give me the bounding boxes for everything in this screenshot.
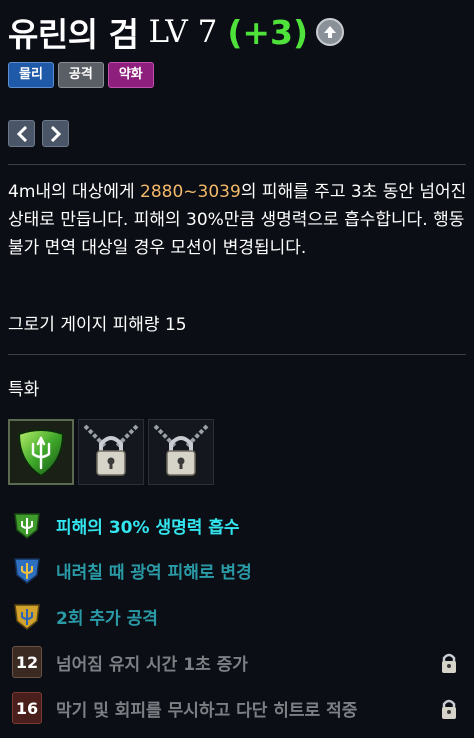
chevron-right-icon bbox=[50, 125, 61, 142]
level-badge-icon: 12 bbox=[12, 646, 42, 678]
upgrade-arrow-up-icon[interactable] bbox=[316, 18, 345, 46]
level-badge-icon: 16 bbox=[12, 692, 42, 724]
gold-trident-badge-icon bbox=[12, 600, 42, 632]
spec-slot-3[interactable] bbox=[148, 419, 214, 485]
spec-slot-1[interactable] bbox=[8, 419, 74, 485]
chained-lock-icon bbox=[83, 424, 139, 476]
trait-item: 2회 추가 공격 bbox=[12, 600, 464, 632]
skill-level: LV 7 bbox=[148, 14, 218, 50]
divider bbox=[8, 164, 466, 165]
divider bbox=[8, 354, 466, 355]
lock-icon bbox=[440, 698, 458, 724]
trait-label: 내려칠 때 광역 피해로 변경 bbox=[56, 562, 252, 583]
trait-label: 피해의 30% 생명력 흡수 bbox=[56, 517, 240, 538]
damage-range: 2880~3039 bbox=[140, 182, 241, 202]
chevron-left-icon bbox=[16, 125, 27, 142]
level-requirement-badge: 12 bbox=[12, 646, 42, 678]
skill-description: 4m내의 대상에게 2880~3039의 피해를 주고 3초 동안 넘어진 상태… bbox=[8, 178, 468, 262]
description-prefix: 4m내의 대상에게 bbox=[8, 182, 141, 202]
next-level-button[interactable] bbox=[42, 120, 69, 147]
specialization-title: 특화 bbox=[8, 380, 40, 400]
trait-item: 내려칠 때 광역 피해로 변경 bbox=[12, 554, 464, 586]
groggy-gauge-damage: 그로기 게이지 피해량 15 bbox=[8, 315, 187, 335]
skill-name: 유린의 검 bbox=[8, 15, 139, 54]
green-trident-badge-icon bbox=[12, 509, 42, 541]
trait-item: 피해의 30% 생명력 흡수 bbox=[12, 509, 464, 541]
lock-icon bbox=[440, 652, 458, 678]
tag-debuff: 약화 bbox=[107, 62, 154, 88]
trait-label: 2회 추가 공격 bbox=[56, 608, 158, 629]
spec-slot-2[interactable] bbox=[78, 419, 144, 485]
skill-level-bonus: (+3) bbox=[227, 12, 309, 52]
skill-tags: 물리 공격 약화 bbox=[8, 62, 154, 88]
trait-label: 막기 및 회피를 무시하고 다단 히트로 적중 bbox=[56, 700, 358, 721]
green-gem-trident-icon bbox=[17, 429, 65, 478]
level-requirement-badge: 16 bbox=[12, 692, 42, 724]
trait-item: 12 넘어짐 유지 시간 1초 증가 bbox=[12, 646, 464, 678]
prev-level-button[interactable] bbox=[8, 120, 35, 147]
level-nav bbox=[8, 120, 69, 147]
blue-trident-badge-icon bbox=[12, 554, 42, 586]
tag-physical: 물리 bbox=[8, 62, 54, 88]
arrow-up-icon bbox=[324, 26, 337, 38]
specialization-slots bbox=[8, 419, 214, 485]
skill-tooltip-panel: 유린의 검 LV 7 (+3) 물리 공격 약화 4m내의 대상에게 2880~… bbox=[0, 0, 474, 738]
trait-label: 넘어짐 유지 시간 1초 증가 bbox=[56, 654, 248, 675]
tag-attack: 공격 bbox=[57, 62, 104, 88]
title-row: 유린의 검 LV 7 (+3) bbox=[8, 6, 345, 58]
trait-item: 16 막기 및 회피를 무시하고 다단 히트로 적중 bbox=[12, 692, 464, 724]
chained-lock-icon bbox=[153, 424, 209, 476]
